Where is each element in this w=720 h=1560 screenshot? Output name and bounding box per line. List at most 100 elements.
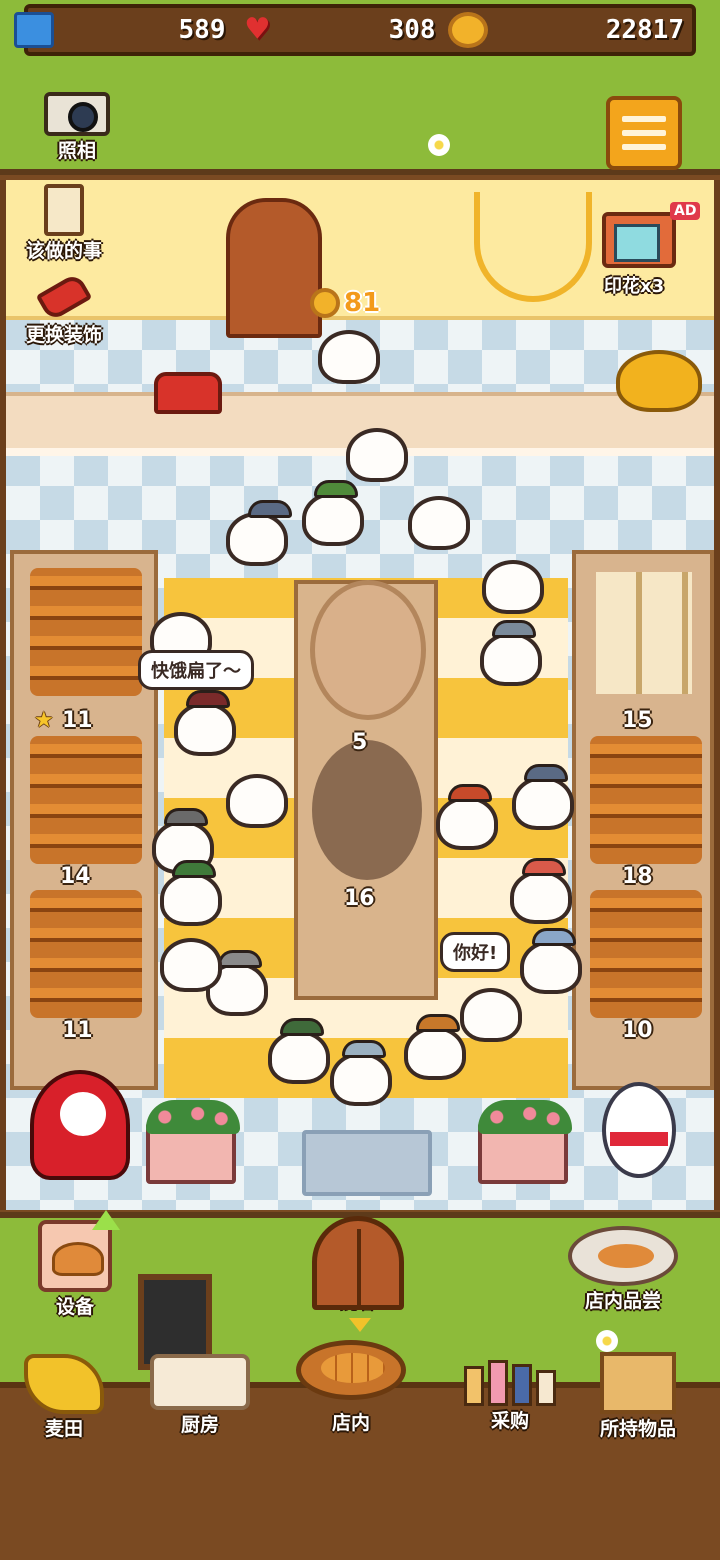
phone-icon[interactable]: [154, 372, 222, 414]
coin-counter: 22817: [447, 10, 692, 50]
customer[interactable]: [460, 988, 522, 1042]
customer[interactable]: [174, 690, 236, 756]
stock-count: 16: [344, 886, 375, 911]
floating-coin-value: 81: [344, 288, 381, 318]
clipboard-icon: [44, 184, 84, 236]
pointer-arrow-icon: [349, 1318, 371, 1332]
bread-stack: [30, 890, 142, 1018]
todo-button[interactable]: 该做的事: [26, 184, 102, 263]
customer[interactable]: [160, 860, 222, 926]
box-icon: [600, 1352, 676, 1414]
customer[interactable]: [330, 1040, 392, 1106]
ticket-icon: [14, 12, 54, 48]
ad-badge: AD: [670, 202, 701, 220]
customer[interactable]: [520, 928, 582, 994]
wheat-icon: [24, 1354, 104, 1414]
speech-bubble-hungry: 快饿扁了～: [138, 650, 254, 690]
jars-icon: [454, 1358, 566, 1406]
flower-icon: [428, 134, 450, 156]
customer[interactable]: [482, 560, 544, 614]
inventory-button[interactable]: 所持物品: [600, 1352, 676, 1441]
bread-stack: [590, 736, 702, 864]
bread-stack: [30, 568, 142, 696]
in-store-tasting-button[interactable]: 店内品尝: [568, 1226, 678, 1313]
customer[interactable]: [318, 330, 380, 384]
stamp-label[interactable]: 印花x3: [604, 272, 664, 298]
customer[interactable]: [226, 500, 292, 566]
customer[interactable]: [302, 480, 364, 546]
snowman-decoration: [602, 1082, 676, 1178]
customer[interactable]: [160, 938, 222, 992]
flower-planter: [146, 1100, 240, 1184]
bread-oven-icon: [38, 1220, 112, 1292]
customer[interactable]: [510, 858, 572, 924]
kitchen-button[interactable]: 厨房: [150, 1354, 250, 1437]
purchase-button[interactable]: 采购: [454, 1358, 566, 1433]
coin-icon: [310, 288, 340, 318]
stock-count: 10: [622, 1018, 653, 1043]
flower-planter: [478, 1100, 572, 1184]
bread-plate-pink[interactable]: [312, 740, 422, 880]
equipment-button[interactable]: 设备: [38, 1220, 112, 1319]
heart-counter: ♥ 308: [247, 10, 444, 50]
left-bread-shelf[interactable]: [10, 550, 158, 1090]
tasting-plate-icon: [568, 1226, 678, 1286]
heart-count: 308: [388, 15, 436, 45]
bread-stack: [590, 890, 702, 1018]
menu-button[interactable]: [606, 96, 682, 170]
change-decor-button[interactable]: 更换装饰: [26, 272, 103, 347]
bread-cabinet[interactable]: [226, 198, 322, 338]
stock-count: 5: [352, 730, 368, 755]
shop-door-icon: [312, 1216, 404, 1310]
bread-basket-icon: [296, 1340, 406, 1400]
purchase-label: 采购: [490, 1410, 529, 1432]
ticket-counter: 589: [14, 10, 234, 50]
coin-icon: [447, 12, 488, 48]
hamburger-menu-icon: [622, 116, 666, 122]
equipment-label: 设备: [55, 1296, 94, 1318]
todo-label: 该做的事: [26, 240, 103, 262]
customer[interactable]: [346, 428, 408, 482]
camera-button[interactable]: 照相: [42, 92, 112, 166]
flower-icon: [596, 1330, 618, 1352]
coin-count: 22817: [605, 15, 684, 45]
decor-label: 更换装饰: [26, 324, 103, 346]
stock-count: 14: [60, 864, 91, 889]
wheat-field-label: 麦田: [44, 1418, 83, 1440]
teapot: [616, 350, 702, 412]
santa-decoration: [30, 1070, 130, 1180]
heart-icon: ♥: [246, 9, 269, 50]
store-button[interactable]: 店内: [296, 1340, 406, 1435]
kitchen-label: 厨房: [180, 1414, 219, 1436]
rolling-pin-icon: [150, 1354, 250, 1410]
camera-label: 照相: [57, 140, 96, 162]
resource-bar: 589 ♥ 308 22817: [14, 4, 696, 56]
greet-customers-button[interactable]: 揽客: [312, 1216, 404, 1313]
stock-count: 15: [622, 708, 653, 733]
customer[interactable]: [226, 774, 288, 828]
inventory-label: 所持物品: [600, 1418, 677, 1440]
customer[interactable]: [480, 620, 542, 686]
right-bread-shelf[interactable]: [572, 550, 714, 1090]
door-mat: [302, 1130, 432, 1196]
speech-bubble-hello: 你好!: [440, 932, 511, 972]
game-screen: 589 ♥ 308 22817 照相 AD 印花x3 该做的事 更换装饰 81 …: [0, 0, 720, 1560]
star-icon: ★: [34, 708, 54, 733]
customer[interactable]: [436, 784, 498, 850]
customer[interactable]: [512, 764, 574, 830]
customer[interactable]: [408, 496, 470, 550]
tv-ad-icon[interactable]: [602, 212, 676, 268]
upgrade-arrow-icon: [92, 1210, 120, 1230]
customer[interactable]: [404, 1014, 466, 1080]
sandwich-stack: [596, 572, 692, 694]
bread-stack: [30, 736, 142, 864]
camera-icon: [44, 92, 110, 136]
wheat-field-button[interactable]: 麦田: [24, 1354, 104, 1441]
ticket-count: 589: [178, 15, 226, 45]
customer[interactable]: [268, 1018, 330, 1084]
floating-coin-reward[interactable]: 81: [310, 288, 380, 318]
store-label: 店内: [331, 1412, 370, 1434]
tasting-label: 店内品尝: [584, 1290, 661, 1312]
bread-plate-top[interactable]: [310, 580, 426, 720]
stock-count: 18: [622, 864, 653, 889]
